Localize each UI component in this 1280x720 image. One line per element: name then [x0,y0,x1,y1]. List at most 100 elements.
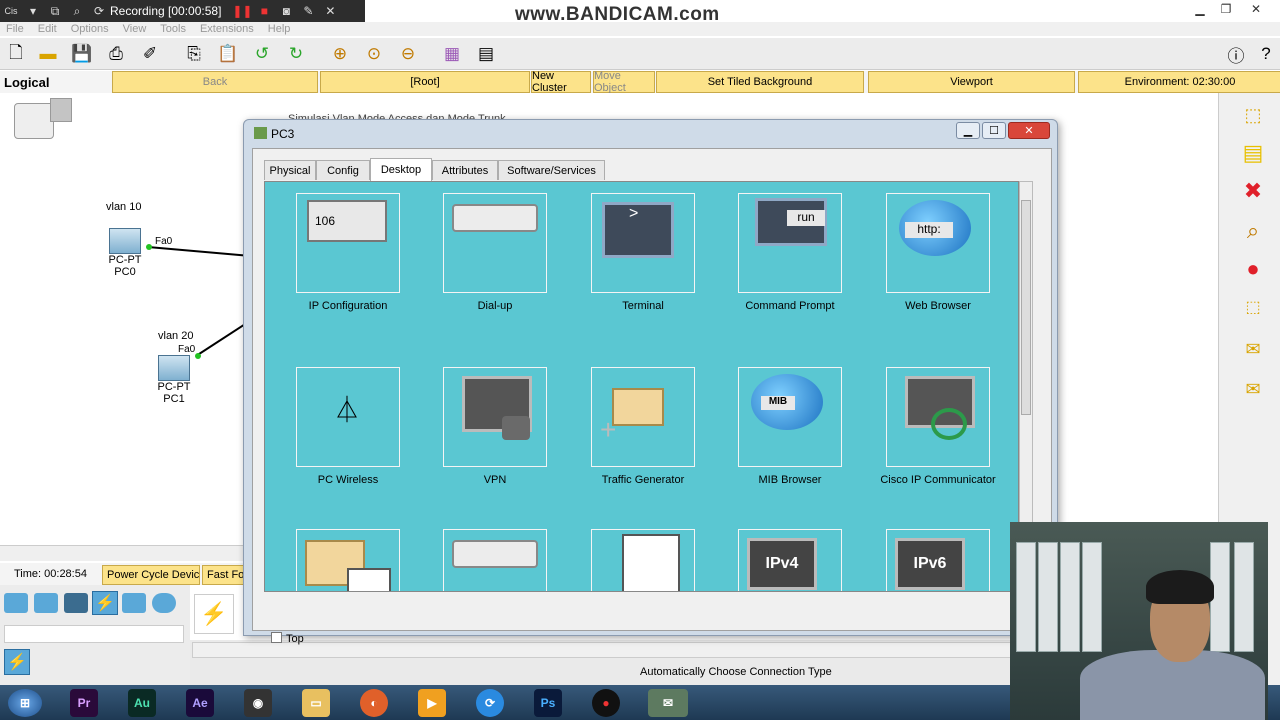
after-effects-taskbar-icon[interactable]: Ae [186,689,214,717]
draw-shape-icon[interactable]: ● [1239,255,1267,283]
mib-browser-app[interactable]: MIB [738,367,842,467]
cisco-ip-communicator-app[interactable] [886,367,990,467]
text-editor-app[interactable] [591,529,695,591]
fast-forward-button[interactable]: Fast Forw [202,565,245,585]
connections-category-icon[interactable]: ⚡ [92,591,118,615]
connection-type-icon[interactable]: ⚡ [4,649,30,675]
dialog-minimize-button[interactable]: ▁ [956,122,980,139]
menu-edit[interactable]: Edit [38,23,57,35]
cluster-icon[interactable] [50,98,72,122]
resize-shape-icon[interactable]: ⬚ [1239,293,1267,321]
add-simple-pdu-icon[interactable]: ✉ [1239,335,1267,363]
audition-taskbar-icon[interactable]: Au [128,689,156,717]
new-cluster-button[interactable]: New Cluster [531,70,591,94]
minimize-button[interactable]: ▁ [1186,0,1214,18]
paste-icon[interactable]: 📋 [216,42,240,66]
packet-tracer-taskbar-icon[interactable]: ✉ [648,689,688,717]
hub-category-icon[interactable] [64,593,88,613]
ip-configuration-app[interactable]: 106 [296,193,400,293]
chevron-down-icon[interactable]: ▾ [22,0,44,22]
note-icon[interactable]: ▤ [1239,139,1267,167]
firefox-taskbar-icon[interactable]: ◐ [360,689,388,717]
save-icon[interactable]: 💾 [70,42,94,66]
wireless-category-icon[interactable] [152,593,176,613]
dial-up-app[interactable] [443,193,547,293]
end-devices-category-icon[interactable] [122,593,146,613]
dialog-maximize-button[interactable]: ☐ [982,122,1006,139]
add-complex-pdu-icon[interactable]: ✉ [1239,375,1267,403]
custom-device-icon[interactable]: ▤ [474,42,498,66]
vpn-app[interactable] [443,367,547,467]
zoom-in-icon[interactable]: ⊕ [328,42,352,66]
tab-physical[interactable]: Physical [264,160,316,180]
camera-taskbar-icon[interactable]: ◉ [244,689,272,717]
dialog-close-button[interactable]: ✕ [1008,122,1050,139]
camera-icon[interactable]: ◙ [275,0,297,22]
print-icon[interactable]: ⎙ [104,42,128,66]
root-button[interactable]: [Root] [320,71,530,93]
tab-desktop[interactable]: Desktop [370,158,432,181]
web-browser-app[interactable]: http: [886,193,990,293]
media-player-taskbar-icon[interactable]: ▶ [418,689,446,717]
undo-icon[interactable]: ↺ [250,42,274,66]
sync-taskbar-icon[interactable]: ⟳ [476,689,504,717]
info-icon[interactable]: ⓘ [1224,42,1248,66]
router-category-icon[interactable] [4,593,28,613]
viewport-button[interactable]: Viewport [868,71,1075,93]
activity-wizard-icon[interactable]: ✐ [138,42,162,66]
delete-icon[interactable]: ✖ [1239,177,1267,205]
pppoe-dialer-app[interactable] [443,529,547,591]
photoshop-taskbar-icon[interactable]: Ps [534,689,562,717]
menu-view[interactable]: View [123,23,147,35]
tab-attributes[interactable]: Attributes [432,160,498,180]
close-icon[interactable]: ✕ [319,0,341,22]
ipv4-firewall-app[interactable]: IPv4 [738,529,842,591]
premiere-taskbar-icon[interactable]: Pr [70,689,98,717]
set-tiled-background-button[interactable]: Set Tiled Background [656,71,864,93]
move-object-button[interactable]: Move Object [593,70,655,94]
auto-connection-icon[interactable]: ⚡ [194,594,234,634]
help-icon[interactable]: ? [1254,42,1278,66]
menu-help[interactable]: Help [268,23,291,35]
bandicam-taskbar-icon[interactable]: ● [592,689,620,717]
switch-category-icon[interactable] [34,593,58,613]
command-prompt-app[interactable]: run [738,193,842,293]
email-app[interactable] [296,529,400,591]
copy-icon[interactable]: ⎘ [182,42,206,66]
tab-software-services[interactable]: Software/Services [498,160,605,180]
inspect-icon[interactable]: ⌕ [1239,217,1267,245]
stop-icon[interactable]: ■ [253,0,275,22]
top-checkbox[interactable] [271,632,282,643]
pc0-device[interactable]: PC-PT PC0 [105,228,145,278]
redo-icon[interactable]: ↻ [284,42,308,66]
select-icon[interactable]: ⬚ [1239,101,1267,129]
ipv6-firewall-app[interactable]: IPv6 [886,529,990,591]
back-button[interactable]: Back [112,71,318,93]
maximize-button[interactable]: ❐ [1212,0,1240,18]
search-icon[interactable]: ⌕ [66,0,88,22]
zoom-out-icon[interactable]: ⊖ [396,42,420,66]
menu-extensions[interactable]: Extensions [200,23,254,35]
menu-options[interactable]: Options [71,23,109,35]
scrollbar-thumb[interactable] [1021,200,1031,415]
environment-button[interactable]: Environment: 02:30:00 [1078,71,1280,93]
palette-icon[interactable]: ▦ [440,42,464,66]
restore-icon[interactable]: ⧉ [44,0,66,22]
navigation-icon[interactable] [14,103,54,139]
open-folder-icon[interactable]: ▬ [36,42,60,66]
traffic-generator-app[interactable]: + [591,367,695,467]
new-file-icon[interactable]: 🗋 [4,42,28,66]
pc1-device[interactable]: PC-PT PC1 [154,355,194,405]
horizontal-scrollbar[interactable] [0,545,245,561]
pc-wireless-app[interactable]: ⏃ [296,367,400,467]
power-cycle-button[interactable]: Power Cycle Devices [102,565,200,585]
file-explorer-taskbar-icon[interactable]: ▭ [302,689,330,717]
zoom-reset-icon[interactable]: ⊙ [362,42,386,66]
terminal-app[interactable]: > [591,193,695,293]
pause-icon[interactable]: ❚❚ [231,0,253,22]
menu-tools[interactable]: Tools [160,23,186,35]
menu-file[interactable]: File [6,23,24,35]
pencil-icon[interactable]: ✎ [297,0,319,22]
tab-config[interactable]: Config [316,160,370,180]
start-button[interactable]: ⊞ [8,689,42,717]
